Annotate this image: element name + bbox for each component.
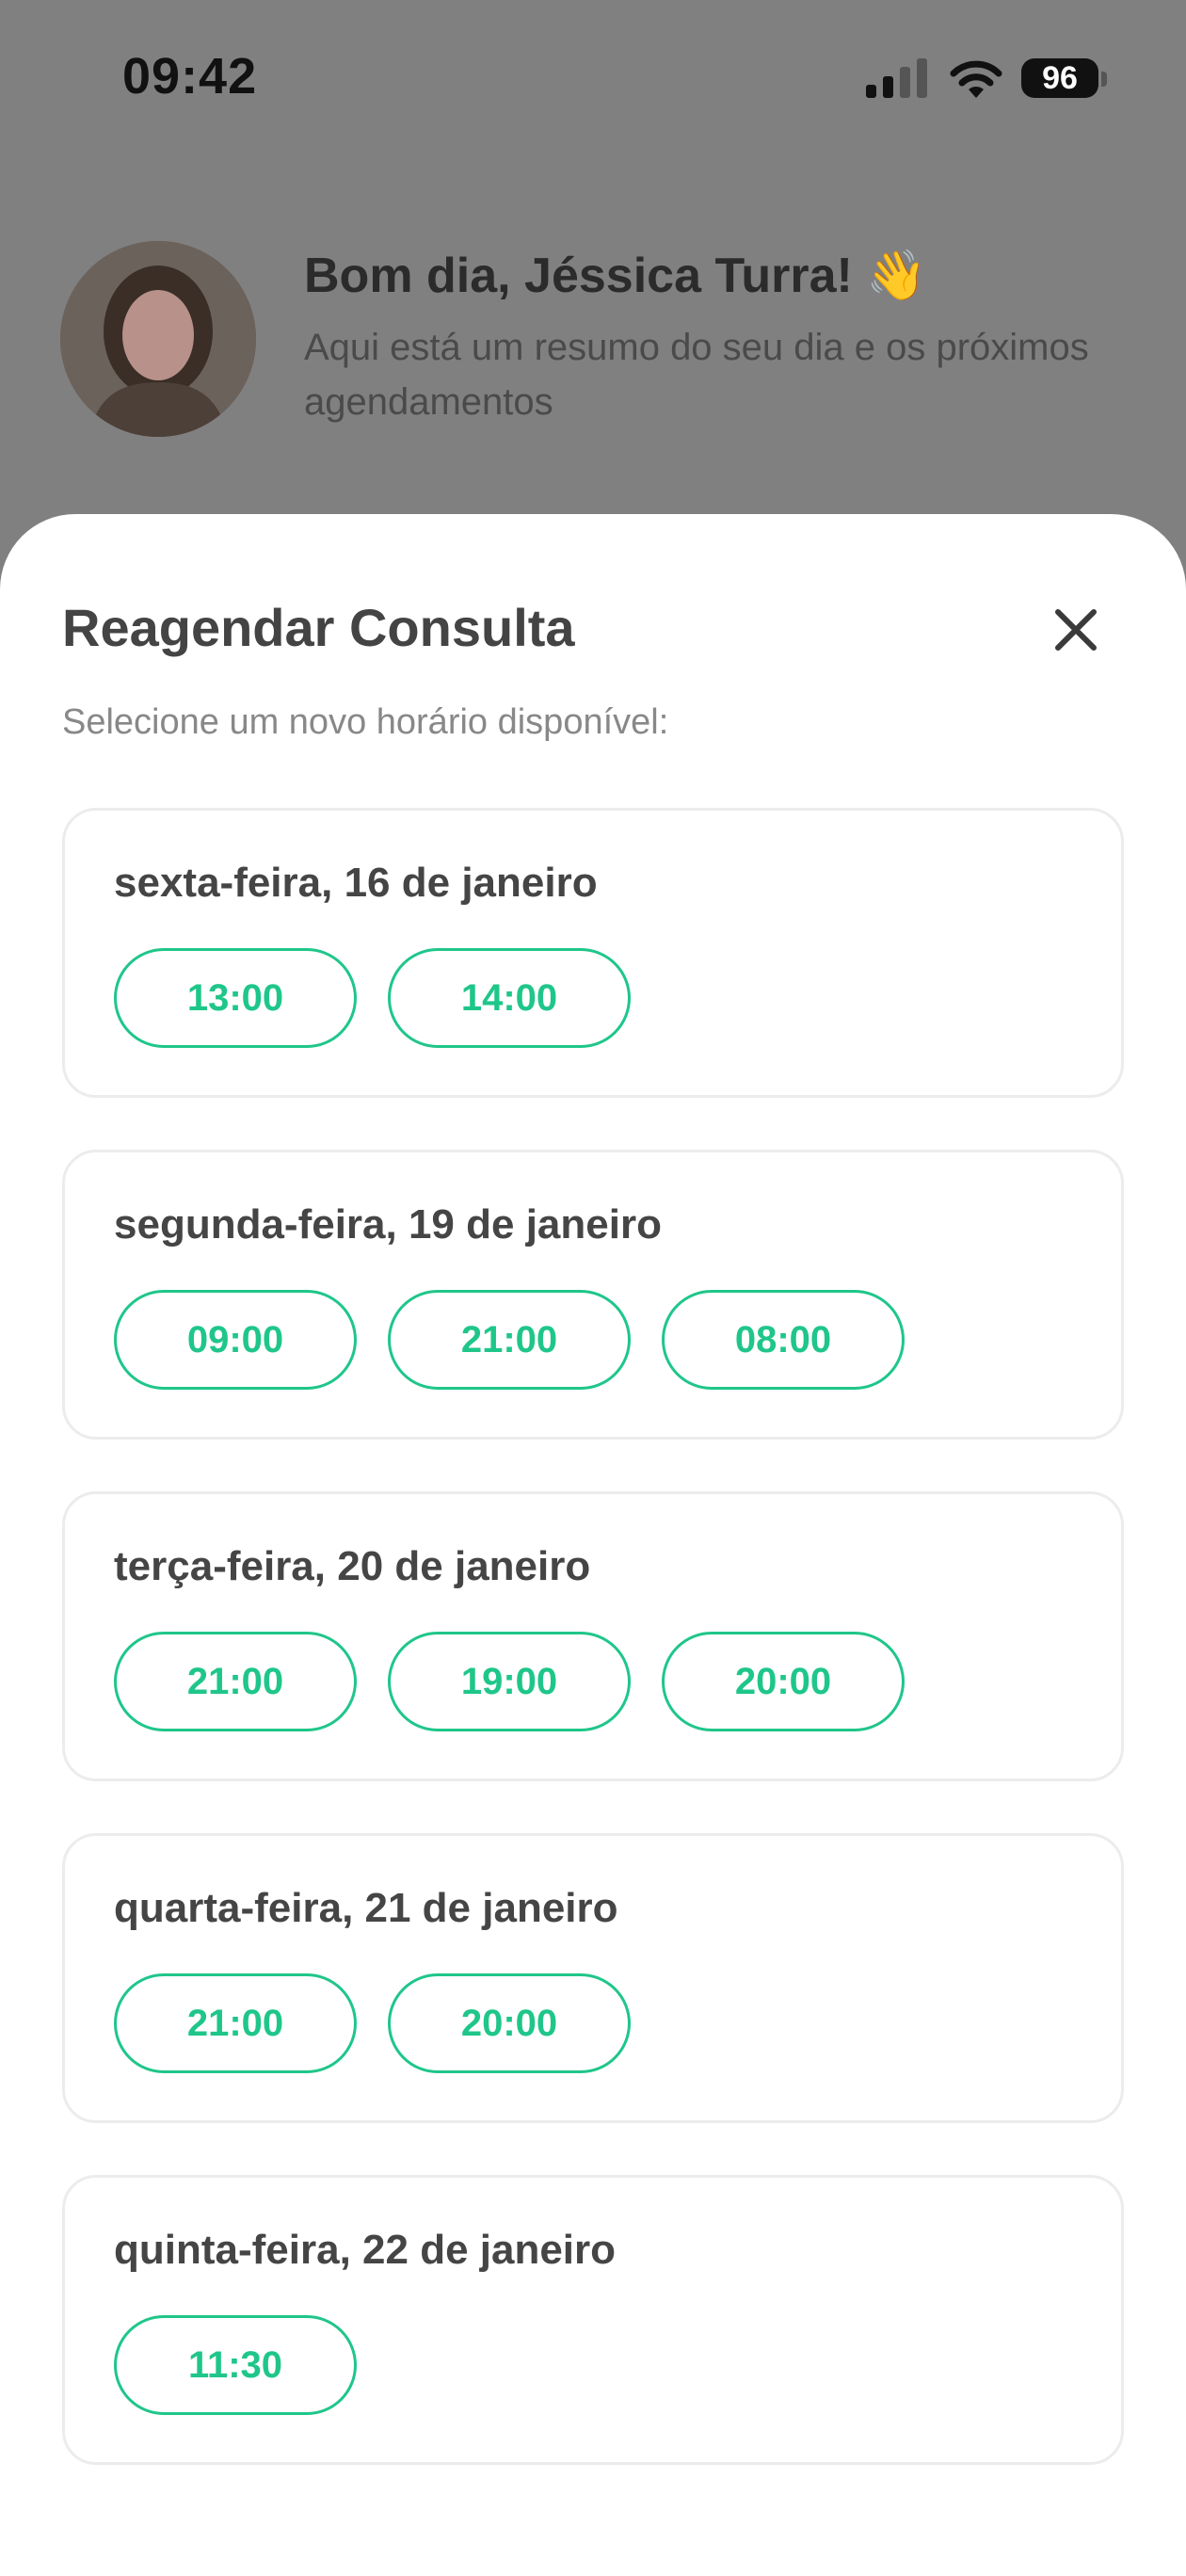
time-slot-button[interactable]: 13:00: [114, 948, 357, 1048]
time-slot-button[interactable]: 20:00: [388, 1973, 631, 2073]
status-time: 09:42: [122, 48, 258, 105]
day-card: segunda-feira, 19 de janeiro 09:00 21:00…: [62, 1150, 1124, 1440]
time-slot-button[interactable]: 21:00: [114, 1973, 357, 2073]
greeting-subtitle: Aqui está um resumo do seu dia e os próx…: [304, 327, 1089, 423]
time-slot-button[interactable]: 11:30: [114, 2315, 357, 2415]
sheet-title: Reagendar Consulta: [62, 598, 575, 657]
avatar: [60, 241, 256, 437]
battery-icon: 96: [1021, 58, 1098, 98]
time-slot-button[interactable]: 08:00: [662, 1290, 905, 1390]
greeting-title: Bom dia, Jéssica Turra! 👋: [304, 249, 928, 303]
wifi-icon: [950, 60, 1002, 98]
time-slot-button[interactable]: 09:00: [114, 1290, 357, 1390]
close-icon[interactable]: [1045, 599, 1107, 661]
cellular-signal-icon: [866, 58, 927, 98]
day-title: segunda-feira, 19 de janeiro: [114, 1201, 662, 1248]
time-slots: 21:00 19:00 20:00: [114, 1632, 905, 1731]
time-slots: 21:00 20:00: [114, 1973, 631, 2073]
time-slot-button[interactable]: 14:00: [388, 948, 631, 1048]
day-card: sexta-feira, 16 de janeiro 13:00 14:00: [62, 808, 1124, 1098]
battery-tip: [1101, 72, 1107, 87]
time-slot-button[interactable]: 19:00: [388, 1632, 631, 1731]
time-slots: 11:30: [114, 2315, 357, 2415]
day-card: terça-feira, 20 de janeiro 21:00 19:00 2…: [62, 1491, 1124, 1781]
day-title: quinta-feira, 22 de janeiro: [114, 2227, 617, 2273]
time-slots: 13:00 14:00: [114, 948, 631, 1048]
day-card: quarta-feira, 21 de janeiro 21:00 20:00: [62, 1833, 1124, 2123]
sheet-subtitle: Selecione um novo horário disponível:: [62, 702, 669, 742]
reschedule-sheet: Reagendar Consulta Selecione um novo hor…: [0, 514, 1186, 2576]
day-title: terça-feira, 20 de janeiro: [114, 1543, 591, 1589]
day-list: sexta-feira, 16 de janeiro 13:00 14:00 s…: [62, 808, 1124, 2517]
avatar-image: [60, 241, 256, 437]
status-bar: 09:42 96: [0, 0, 1186, 151]
time-slot-button[interactable]: 21:00: [388, 1290, 631, 1390]
time-slot-button[interactable]: 21:00: [114, 1632, 357, 1731]
day-title: quarta-feira, 21 de janeiro: [114, 1885, 618, 1931]
time-slot-button[interactable]: 20:00: [662, 1632, 905, 1731]
time-slots: 09:00 21:00 08:00: [114, 1290, 905, 1390]
day-title: sexta-feira, 16 de janeiro: [114, 860, 598, 906]
day-card: quinta-feira, 22 de janeiro 11:30: [62, 2175, 1124, 2465]
